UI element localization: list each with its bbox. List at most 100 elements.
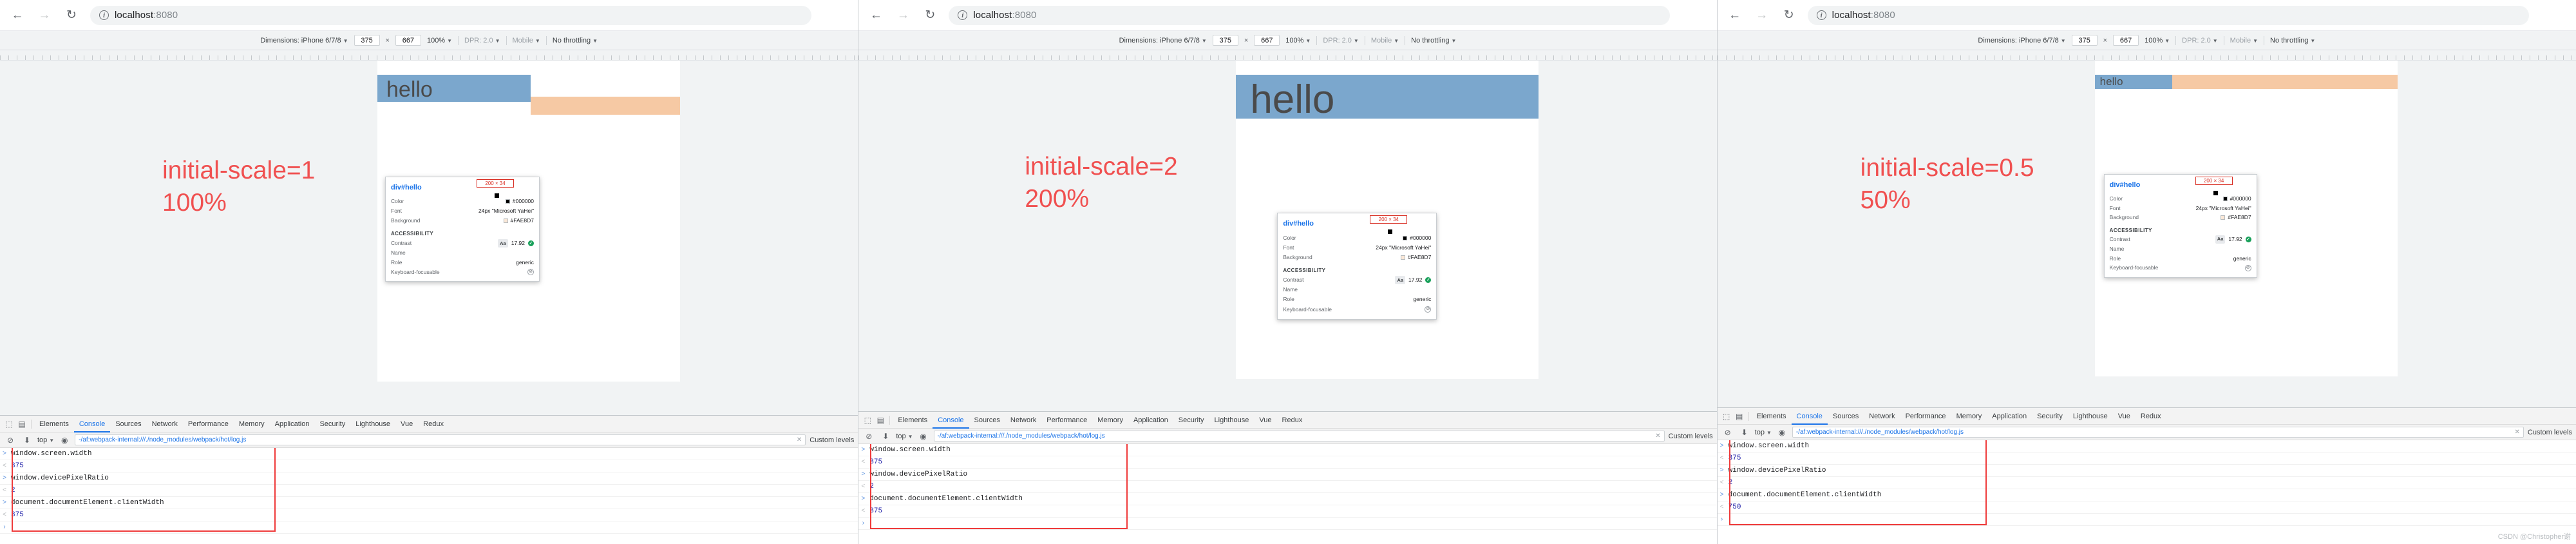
- viewport-width-input[interactable]: 375: [2071, 35, 2098, 46]
- viewport-height-input[interactable]: 667: [1254, 35, 1280, 46]
- back-icon[interactable]: ←: [867, 7, 884, 24]
- toggle-device-toolbar-icon[interactable]: ▤: [874, 414, 887, 427]
- inspect-element-icon[interactable]: ⬚: [861, 414, 874, 427]
- tab-elements[interactable]: Elements: [34, 416, 74, 432]
- console-prompt[interactable]: ›: [1717, 514, 2576, 526]
- execution-context-dropdown[interactable]: top ▼: [37, 436, 54, 444]
- viewport-width-input[interactable]: 375: [354, 35, 380, 46]
- dpr-dropdown[interactable]: DPR: 2.0 ▼: [464, 37, 500, 44]
- inspect-element-icon[interactable]: ⬚: [3, 418, 15, 431]
- console-output[interactable]: > window.screen.width < 375 > window.dev…: [1717, 440, 2576, 544]
- clear-filter-icon[interactable]: ✕: [797, 436, 802, 443]
- forward-icon[interactable]: →: [1754, 7, 1770, 24]
- tab-security[interactable]: Security: [314, 416, 350, 432]
- tab-sources[interactable]: Sources: [110, 416, 146, 432]
- inspect-element-icon[interactable]: ⬚: [1720, 410, 1733, 423]
- log-levels-dropdown[interactable]: Custom levels: [810, 436, 854, 444]
- tab-performance[interactable]: Performance: [183, 416, 234, 432]
- console-filter-input[interactable]: -/af:webpack-internal:///./node_modules/…: [75, 434, 806, 445]
- viewport-width-input[interactable]: 375: [1212, 35, 1238, 46]
- tab-sources[interactable]: Sources: [969, 412, 1005, 429]
- tab-redux[interactable]: Redux: [418, 416, 449, 432]
- tab-console[interactable]: Console: [74, 416, 110, 432]
- console-output[interactable]: > window.screen.width < 375 > window.dev…: [0, 448, 858, 544]
- network-type-dropdown[interactable]: Mobile ▼: [2230, 37, 2258, 44]
- zoom-dropdown[interactable]: 100% ▼: [427, 37, 452, 44]
- execution-context-dropdown[interactable]: top ▼: [1755, 429, 1772, 436]
- tab-performance[interactable]: Performance: [1900, 408, 1951, 425]
- network-type-dropdown[interactable]: Mobile ▼: [1371, 37, 1399, 44]
- tab-lighthouse[interactable]: Lighthouse: [350, 416, 395, 432]
- log-levels-dropdown[interactable]: Custom levels: [2528, 429, 2572, 436]
- clear-console-icon[interactable]: ⊘: [4, 434, 17, 447]
- forward-icon[interactable]: →: [36, 7, 53, 24]
- filter-icon[interactable]: ⬇: [21, 434, 33, 447]
- viewport-height-input[interactable]: 667: [2113, 35, 2139, 46]
- console-prompt[interactable]: ›: [858, 518, 1717, 530]
- tab-vue[interactable]: Vue: [2113, 408, 2136, 425]
- live-expression-icon[interactable]: ◉: [1776, 426, 1788, 439]
- forward-icon[interactable]: →: [895, 7, 911, 24]
- tab-application[interactable]: Application: [1987, 408, 2032, 425]
- live-expression-icon[interactable]: ◉: [917, 430, 930, 443]
- viewport-height-input[interactable]: 667: [395, 35, 421, 46]
- console-output[interactable]: > window.screen.width < 375 > window.dev…: [858, 444, 1717, 544]
- zoom-dropdown[interactable]: 100% ▼: [2145, 37, 2170, 44]
- throttling-dropdown[interactable]: No throttling ▼: [553, 37, 598, 44]
- site-info-icon[interactable]: i: [99, 10, 109, 20]
- tab-lighthouse[interactable]: Lighthouse: [2068, 408, 2113, 425]
- execution-context-dropdown[interactable]: top ▼: [896, 432, 913, 440]
- tab-redux[interactable]: Redux: [2136, 408, 2166, 425]
- tab-sources[interactable]: Sources: [1828, 408, 1864, 425]
- tab-memory[interactable]: Memory: [234, 416, 270, 432]
- tab-elements[interactable]: Elements: [1752, 408, 1792, 425]
- filter-icon[interactable]: ⬇: [1738, 426, 1751, 439]
- zoom-dropdown[interactable]: 100% ▼: [1285, 37, 1311, 44]
- throttling-dropdown[interactable]: No throttling ▼: [1411, 37, 1456, 44]
- throttling-dropdown[interactable]: No throttling ▼: [2270, 37, 2315, 44]
- tab-redux[interactable]: Redux: [1277, 412, 1308, 429]
- clear-console-icon[interactable]: ⊘: [862, 430, 875, 443]
- network-type-dropdown[interactable]: Mobile ▼: [513, 37, 540, 44]
- dimensions-dropdown[interactable]: Dimensions: iPhone 6/7/8 ▼: [260, 37, 348, 44]
- clear-filter-icon[interactable]: ✕: [2515, 429, 2520, 436]
- tab-memory[interactable]: Memory: [1092, 412, 1128, 429]
- tab-network[interactable]: Network: [1864, 408, 1900, 425]
- address-bar[interactable]: i localhost:8080: [90, 5, 811, 25]
- back-icon[interactable]: ←: [9, 7, 26, 24]
- clear-filter-icon[interactable]: ✕: [1655, 432, 1660, 440]
- tab-lighthouse[interactable]: Lighthouse: [1209, 412, 1255, 429]
- reload-icon[interactable]: ↻: [1781, 7, 1797, 24]
- address-bar[interactable]: i localhost:8080: [949, 5, 1671, 25]
- tab-application[interactable]: Application: [1128, 412, 1173, 429]
- toggle-device-toolbar-icon[interactable]: ▤: [1733, 410, 1746, 423]
- toggle-device-toolbar-icon[interactable]: ▤: [15, 418, 28, 431]
- tab-network[interactable]: Network: [1005, 412, 1041, 429]
- log-levels-dropdown[interactable]: Custom levels: [1669, 432, 1713, 440]
- reload-icon[interactable]: ↻: [922, 7, 938, 24]
- reload-icon[interactable]: ↻: [63, 7, 80, 24]
- clear-console-icon[interactable]: ⊘: [1721, 426, 1734, 439]
- site-info-icon[interactable]: i: [958, 10, 968, 20]
- dpr-dropdown[interactable]: DPR: 2.0 ▼: [1323, 37, 1359, 44]
- tab-security[interactable]: Security: [2032, 408, 2068, 425]
- dimensions-dropdown[interactable]: Dimensions: iPhone 6/7/8 ▼: [1978, 37, 2065, 44]
- tab-performance[interactable]: Performance: [1041, 412, 1092, 429]
- tab-application[interactable]: Application: [270, 416, 315, 432]
- filter-icon[interactable]: ⬇: [879, 430, 892, 443]
- tab-vue[interactable]: Vue: [1254, 412, 1276, 429]
- address-bar[interactable]: i localhost:8080: [1807, 5, 2529, 25]
- live-expression-icon[interactable]: ◉: [58, 434, 71, 447]
- tab-security[interactable]: Security: [1173, 412, 1209, 429]
- tab-elements[interactable]: Elements: [893, 412, 933, 429]
- tab-vue[interactable]: Vue: [395, 416, 418, 432]
- console-prompt[interactable]: ›: [0, 521, 858, 534]
- site-info-icon[interactable]: i: [1816, 10, 1826, 20]
- dimensions-dropdown[interactable]: Dimensions: iPhone 6/7/8 ▼: [1119, 37, 1207, 44]
- tab-memory[interactable]: Memory: [1951, 408, 1987, 425]
- back-icon[interactable]: ←: [1727, 7, 1743, 24]
- tab-network[interactable]: Network: [147, 416, 183, 432]
- console-filter-input[interactable]: -/af:webpack-internal:///./node_modules/…: [933, 431, 1665, 442]
- tab-console[interactable]: Console: [933, 412, 969, 429]
- console-filter-input[interactable]: -/af:webpack-internal:///./node_modules/…: [1792, 427, 2524, 438]
